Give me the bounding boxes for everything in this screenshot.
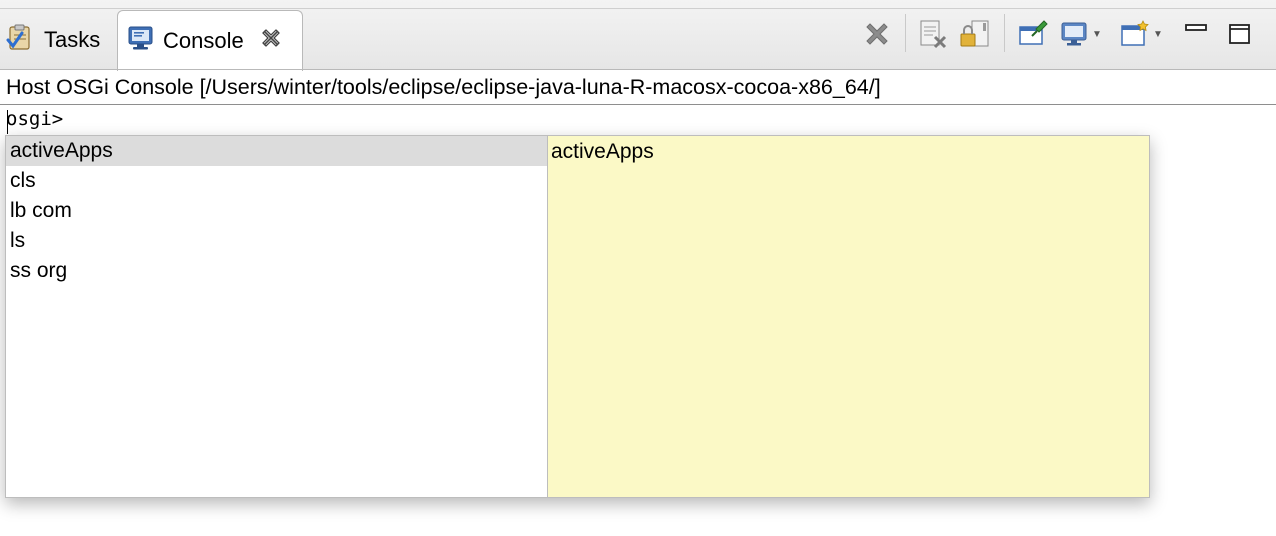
tab-tasks[interactable]: Tasks	[0, 10, 117, 69]
console-title: Host OSGi Console [/Users/winter/tools/e…	[6, 75, 881, 99]
chevron-down-icon[interactable]: ▼	[1153, 29, 1163, 40]
terminate-icon[interactable]	[862, 19, 892, 49]
toolbar-separator	[1004, 14, 1005, 52]
text-caret	[7, 110, 8, 134]
chevron-down-icon[interactable]: ▼	[1092, 29, 1102, 40]
proposal-info-text: activeApps	[551, 140, 654, 163]
proposal-item[interactable]: ss org	[6, 256, 547, 286]
toolbar-separator	[905, 14, 906, 52]
tab-console-label: Console	[163, 28, 244, 53]
pin-console-icon[interactable]	[1017, 19, 1049, 49]
view-tab-bar: Tasks Console ▼ ▼	[0, 0, 1276, 71]
minimize-icon[interactable]	[1184, 19, 1208, 49]
console-title-divider	[0, 104, 1276, 105]
tab-console[interactable]: Console	[117, 10, 303, 71]
proposal-item[interactable]: activeApps	[6, 136, 547, 166]
console-icon	[127, 24, 155, 58]
scroll-lock-icon[interactable]	[958, 19, 990, 49]
remove-launch-icon[interactable]	[917, 19, 949, 49]
close-icon[interactable]	[260, 27, 282, 55]
maximize-icon[interactable]	[1228, 19, 1252, 49]
proposal-item[interactable]: lb com	[6, 196, 547, 226]
tab-bar-border	[0, 8, 1276, 9]
tab-bar-bottom-border	[0, 69, 1276, 70]
tab-tasks-label: Tasks	[44, 26, 101, 52]
content-assist-popup: activeApps cls lb com ls ss org activeAp…	[5, 135, 1150, 498]
display-console-icon[interactable]: ▼	[1060, 19, 1102, 49]
open-console-icon[interactable]: ▼	[1119, 19, 1163, 49]
proposal-list[interactable]: activeApps cls lb com ls ss org	[6, 136, 547, 497]
console-prompt[interactable]: osgi>	[6, 108, 63, 130]
proposal-item[interactable]: ls	[6, 226, 547, 256]
tasks-icon	[6, 22, 36, 58]
proposal-item[interactable]: cls	[6, 166, 547, 196]
proposal-info-pane: activeApps	[547, 136, 1149, 497]
